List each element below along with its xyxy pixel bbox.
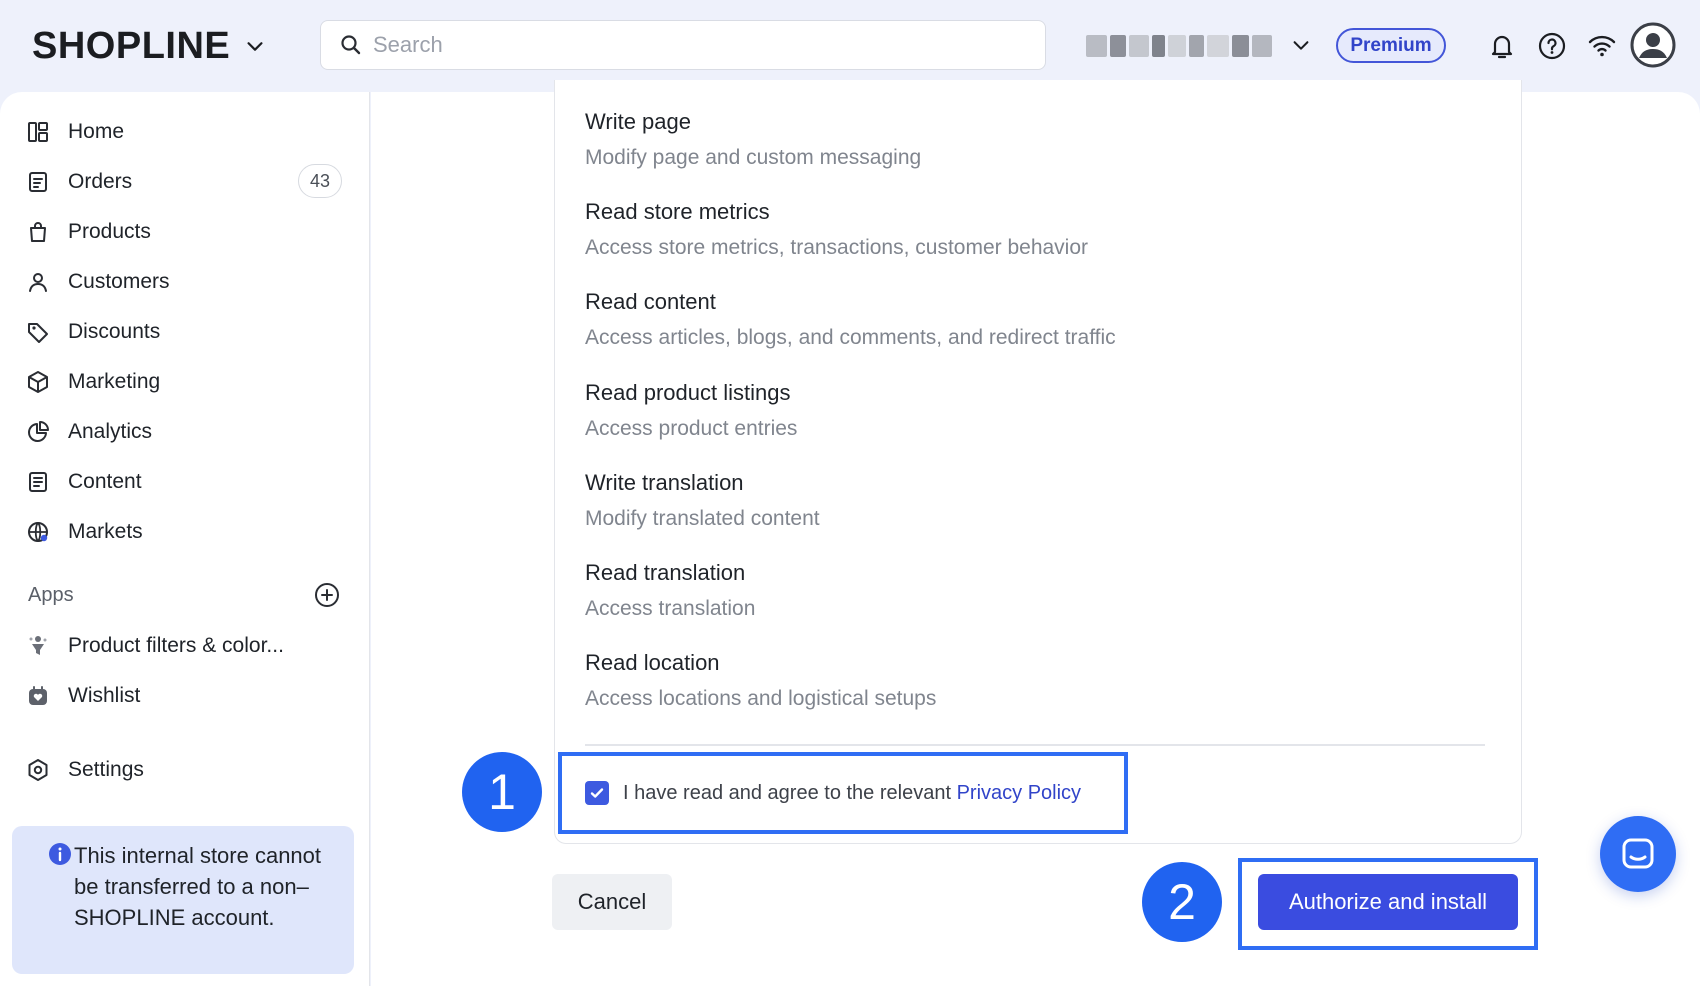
permission-item: Read content Access articles, blogs, and… bbox=[585, 286, 1116, 354]
sidebar-item-label: Markets bbox=[68, 520, 143, 543]
permission-description: Access product entries bbox=[585, 417, 798, 440]
permission-item: Write translation Modify translated cont… bbox=[585, 467, 820, 535]
permission-title: Read translation bbox=[585, 560, 746, 585]
permission-item: Read product listings Access product ent… bbox=[585, 377, 797, 445]
search-bar[interactable] bbox=[320, 20, 1046, 70]
permission-item: Read location Access locations and logis… bbox=[585, 647, 936, 715]
chat-support-button[interactable] bbox=[1600, 816, 1676, 892]
permission-item: Write page Modify page and custom messag… bbox=[585, 106, 921, 174]
sidebar-item-label: Marketing bbox=[68, 370, 161, 393]
permission-description: Access translation bbox=[585, 597, 756, 620]
sidebar-item-label: Wishlist bbox=[68, 684, 141, 707]
divider bbox=[585, 744, 1485, 746]
step-marker-2: 2 bbox=[1142, 862, 1222, 942]
add-app-icon[interactable] bbox=[314, 582, 340, 608]
chevron-down-icon[interactable] bbox=[1290, 34, 1312, 56]
tag-icon bbox=[28, 323, 48, 343]
permission-description: Access store metrics, transactions, cust… bbox=[585, 236, 1089, 259]
wifi-icon[interactable] bbox=[1586, 30, 1618, 62]
sidebar-item-label: Orders bbox=[68, 170, 133, 193]
sidebar-item-orders[interactable]: Orders 43 bbox=[26, 162, 342, 202]
premium-badge[interactable]: Premium bbox=[1336, 28, 1446, 63]
cancel-button[interactable]: Cancel bbox=[552, 874, 672, 930]
highlight-box-step2 bbox=[1238, 858, 1538, 950]
permission-title: Read product listings bbox=[585, 380, 791, 405]
cube-icon bbox=[28, 371, 48, 393]
sidebar-item-home[interactable]: Home bbox=[26, 112, 342, 152]
search-input[interactable] bbox=[373, 32, 1013, 58]
info-icon bbox=[49, 843, 71, 865]
gear-icon bbox=[28, 759, 48, 781]
sidebar-item-marketing[interactable]: Marketing bbox=[26, 362, 342, 402]
permission-item: Read store metrics Access store metrics,… bbox=[585, 196, 1088, 264]
chevron-down-icon bbox=[247, 42, 263, 51]
permission-description: Access articles, blogs, and comments, an… bbox=[585, 326, 1116, 349]
store-name-blurred[interactable] bbox=[1086, 34, 1272, 58]
permission-description: Modify translated content bbox=[585, 507, 820, 530]
apps-heading: Apps bbox=[28, 583, 74, 606]
shopline-logo: SHOPLINE bbox=[32, 24, 231, 67]
permission-title: Write translation bbox=[585, 470, 744, 495]
wishlist-app-icon bbox=[29, 686, 47, 705]
help-icon[interactable] bbox=[1536, 30, 1568, 62]
step-marker-1: 1 bbox=[462, 752, 542, 832]
apps-section-header: Apps bbox=[28, 578, 340, 612]
permission-title: Read location bbox=[585, 650, 720, 675]
top-bar: SHOPLINE Premium bbox=[0, 0, 1700, 92]
sidebar-item-customers[interactable]: Customers bbox=[26, 262, 342, 302]
orders-count-badge: 43 bbox=[298, 164, 342, 198]
highlight-box-step1 bbox=[558, 752, 1128, 834]
sidebar-item-markets[interactable]: Markets bbox=[26, 512, 342, 552]
pie-chart-icon bbox=[28, 421, 49, 442]
bell-icon[interactable] bbox=[1486, 30, 1518, 62]
globe-icon bbox=[28, 522, 48, 542]
sidebar-item-analytics[interactable]: Analytics bbox=[26, 412, 342, 452]
permission-title: Read content bbox=[585, 289, 716, 314]
permission-title: Read store metrics bbox=[585, 199, 770, 224]
sidebar-item-label: Analytics bbox=[68, 420, 153, 443]
avatar[interactable] bbox=[1630, 22, 1676, 68]
store-switcher[interactable]: SHOPLINE bbox=[32, 24, 266, 68]
sidebar-item-label: Discounts bbox=[68, 320, 161, 343]
search-icon bbox=[341, 35, 361, 55]
orders-icon bbox=[29, 172, 47, 192]
permissions-card bbox=[554, 80, 1522, 844]
sidebar-item-label: Customers bbox=[68, 270, 170, 293]
sidebar-item-content[interactable]: Content bbox=[26, 462, 342, 502]
permission-description: Access locations and logistical setups bbox=[585, 687, 937, 710]
document-icon bbox=[29, 472, 47, 492]
sidebar-item-products[interactable]: Products bbox=[26, 212, 342, 252]
sidebar-item-label: Settings bbox=[68, 758, 144, 781]
dashboard-icon bbox=[28, 122, 48, 142]
transfer-notice: This internal store cannot be transferre… bbox=[12, 826, 354, 974]
sidebar-item-settings[interactable]: Settings bbox=[26, 750, 342, 790]
notice-text: This internal store cannot be transferre… bbox=[74, 843, 322, 930]
sidebar-item-label: Content bbox=[68, 470, 142, 493]
permission-item: Read translation Access translation bbox=[585, 557, 755, 625]
sidebar-item-label: Products bbox=[68, 220, 151, 243]
sidebar-item-discounts[interactable]: Discounts bbox=[26, 312, 342, 352]
person-icon bbox=[29, 273, 47, 292]
sidebar-item-label: Product filters & color... bbox=[68, 634, 284, 657]
sidebar-app-product-filters[interactable]: Product filters & color... bbox=[26, 626, 342, 666]
permission-description: Modify page and custom messaging bbox=[585, 146, 922, 169]
filter-app-icon bbox=[29, 636, 47, 655]
sidebar-app-wishlist[interactable]: Wishlist bbox=[26, 676, 342, 716]
chat-icon bbox=[1622, 838, 1654, 869]
shopping-bag-icon bbox=[30, 222, 46, 242]
permission-title: Write page bbox=[585, 109, 691, 134]
sidebar-item-label: Home bbox=[68, 120, 125, 143]
